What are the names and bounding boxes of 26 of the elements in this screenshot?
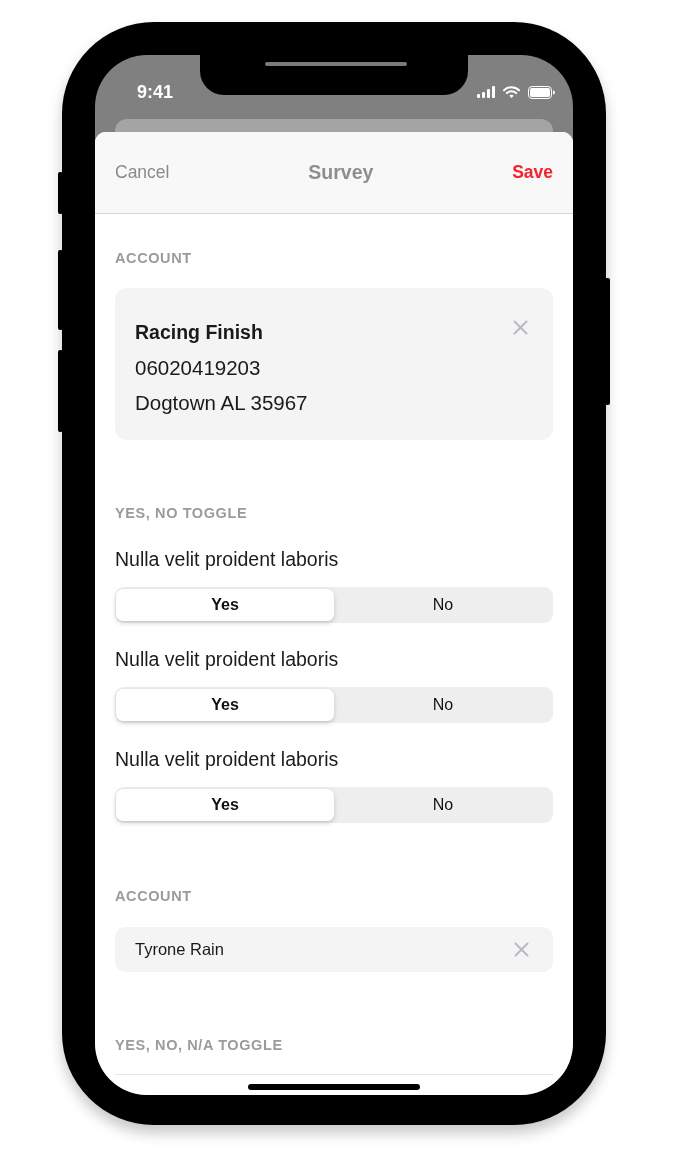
toggle-option[interactable]: No: [334, 789, 552, 821]
question-label: Nulla velit proident laboris: [115, 747, 340, 772]
save-button[interactable]: Save: [512, 159, 553, 186]
toggle-option[interactable]: Yes: [116, 689, 334, 721]
wifi-icon: [503, 86, 520, 98]
account-name: Racing Finish: [135, 320, 264, 345]
toggle-option[interactable]: Yes: [116, 589, 334, 621]
toggle-option[interactable]: No: [334, 589, 552, 621]
section-header: ACCOUNT: [115, 887, 193, 906]
toggle-option[interactable]: No: [334, 689, 552, 721]
status-time: 9:41: [137, 80, 174, 104]
account-address: Dogtown AL 35967: [135, 390, 309, 416]
section-header: YES, NO, N/A TOGGLE: [115, 1036, 284, 1055]
signal-icon: [477, 86, 495, 98]
question-label: Nulla velit proident laboris: [115, 547, 340, 572]
battery-icon: [528, 85, 555, 99]
close-icon[interactable]: [514, 942, 529, 957]
account-number: 06020419203: [135, 355, 262, 381]
toggle-option[interactable]: Yes: [116, 789, 334, 821]
section-header: YES, NO TOGGLE: [115, 504, 249, 523]
sheet-title: Survey: [308, 159, 374, 185]
account-card[interactable]: Racing Finish 06020419203 Dogtown AL 35967: [115, 288, 553, 440]
question-label: Nulla velit proident laboris: [115, 647, 340, 672]
section-header: ACCOUNT: [115, 249, 193, 268]
account-field[interactable]: Tyrone Rain: [115, 927, 553, 972]
close-icon[interactable]: [513, 320, 528, 335]
